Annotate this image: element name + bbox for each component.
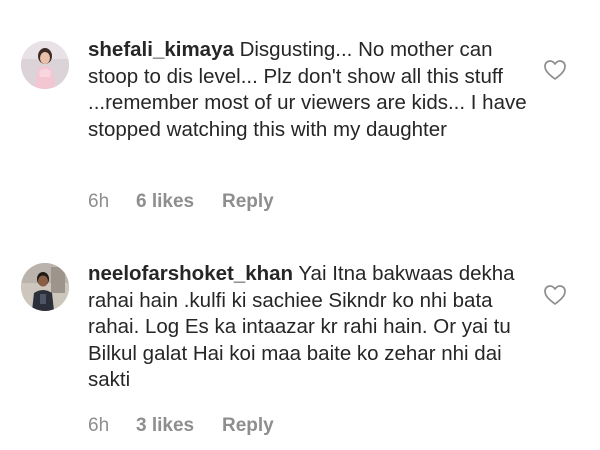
reply-button[interactable]: Reply [222, 191, 274, 213]
heart-outline-icon[interactable] [543, 284, 567, 306]
comment-item: neelofarshoket_khan Yai Itna bakwaas dek… [0, 225, 600, 450]
comment-username[interactable]: neelofarshoket_khan [88, 262, 293, 285]
comment-time: 6h [88, 191, 110, 212]
comment-likes[interactable]: 3 likes [136, 415, 222, 437]
comment-body: neelofarshoket_khan Yai Itna bakwaas dek… [88, 261, 528, 394]
reply-button[interactable]: Reply [222, 415, 274, 437]
avatar[interactable] [21, 41, 69, 89]
heart-outline-icon[interactable] [543, 59, 567, 81]
comment-body: shefali_kimaya Disgusting... No mother c… [88, 37, 528, 143]
comment-item: shefali_kimaya Disgusting... No mother c… [0, 0, 600, 225]
avatar-girl-icon [21, 41, 69, 89]
comment-meta: 6h 6 likes Reply [88, 191, 274, 213]
avatar-man-icon [21, 263, 69, 311]
avatar[interactable] [21, 263, 69, 311]
comment-likes[interactable]: 6 likes [136, 191, 222, 213]
comment-time: 6h [88, 415, 110, 436]
comment-username[interactable]: shefali_kimaya [88, 38, 234, 61]
comment-meta: 6h 3 likes Reply [88, 415, 274, 437]
